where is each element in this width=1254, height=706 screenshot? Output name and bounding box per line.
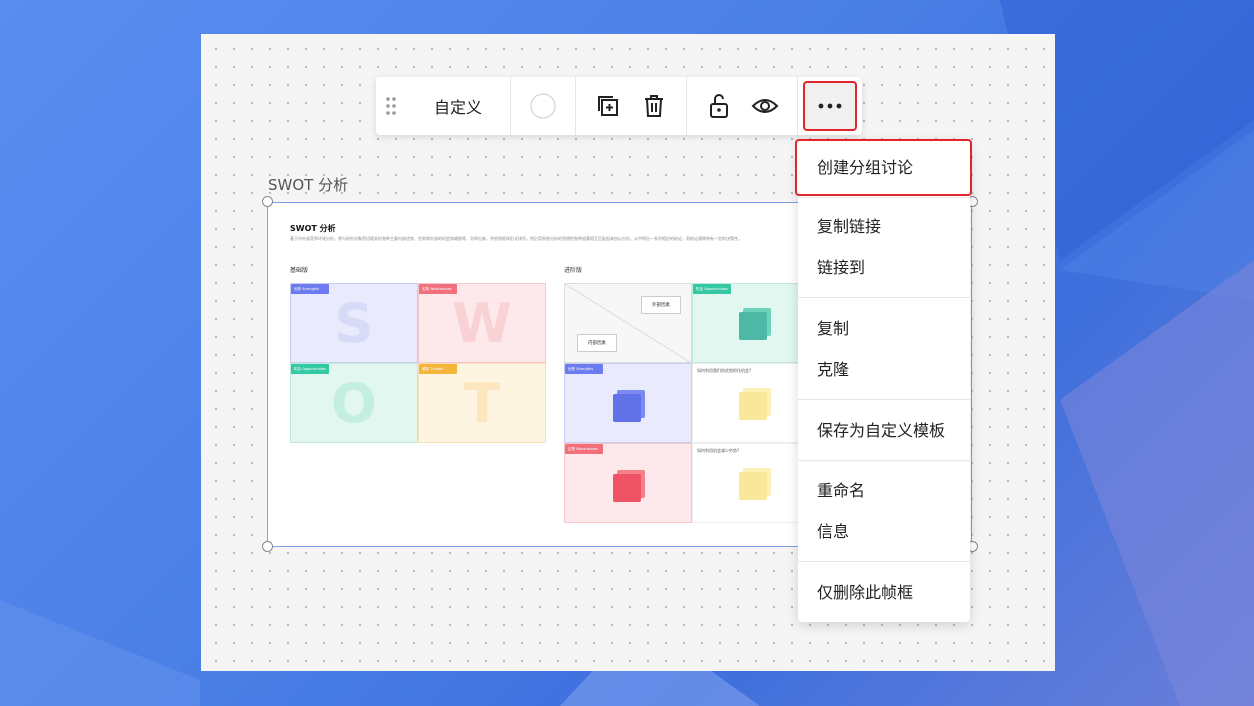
duplicate-icon [598, 96, 618, 116]
drag-handle-icon[interactable] [376, 77, 406, 135]
template-type-button[interactable]: 自定义 [406, 77, 510, 135]
sticky-note[interactable] [739, 312, 767, 340]
advanced-header-cell: 外部因素 内部因素 [564, 283, 692, 363]
trash-icon [645, 95, 663, 117]
quadrant-tag: 威胁 Threats [419, 364, 457, 374]
lock-button[interactable] [696, 77, 742, 135]
sticky-note[interactable] [739, 472, 767, 500]
frame-title[interactable]: SWOT 分析 [268, 174, 348, 195]
menu-item-delete-frame-only[interactable]: 仅删除此帧框 [798, 581, 970, 605]
resize-handle-bottom-left[interactable] [262, 541, 273, 552]
advanced-wo-cell: 如何利用机会减少劣势? [692, 443, 802, 523]
menu-item-rename[interactable]: 重命名 [798, 479, 970, 503]
strategy-question: 如何利用我们的优势抓住机会? [697, 368, 752, 373]
menu-item-info[interactable]: 信息 [798, 520, 970, 544]
menu-divider [798, 561, 970, 562]
advanced-opportunities-cell: 机会 Opportunities [692, 283, 802, 363]
advanced-weaknesses-cell: 劣势 Weaknesses [564, 443, 692, 523]
unlock-icon [710, 94, 728, 118]
strategy-question: 如何利用机会减少劣势? [697, 448, 740, 453]
menu-divider [798, 197, 970, 198]
menu-item-create-breakout[interactable]: 创建分组讨论 [795, 139, 972, 196]
quadrant-tag: 优势 Strengths [291, 284, 329, 294]
quadrant-threats: T 威胁 Threats [418, 363, 546, 443]
quadrant-letter: T [463, 371, 501, 435]
menu-divider [798, 460, 970, 461]
external-factor-label: 外部因素 [641, 296, 681, 314]
delete-button[interactable] [631, 77, 677, 135]
quadrant-opportunities: O 机会 Opportunities [290, 363, 418, 443]
sticky-note[interactable] [613, 474, 641, 502]
sticky-note[interactable] [739, 392, 767, 420]
quadrant-letter: W [452, 291, 512, 355]
quadrant-strengths: S 优势 Strengths [290, 283, 418, 363]
resize-handle-top-left[interactable] [262, 196, 273, 207]
context-menu: 创建分组讨论 复制链接 链接到 复制 克隆 保存为自定义模板 重命名 信息 仅删… [795, 139, 972, 622]
menu-item-save-template[interactable]: 保存为自定义模板 [798, 419, 970, 443]
advanced-so-cell: 如何利用我们的优势抓住机会? [692, 363, 802, 443]
doc-title: SWOT 分析 [290, 224, 336, 233]
quadrant-letter: S [334, 291, 374, 355]
color-circle-icon [530, 93, 556, 119]
more-icon [818, 103, 842, 109]
sticky-note[interactable] [613, 394, 641, 422]
menu-item-link-to[interactable]: 链接到 [798, 256, 970, 280]
color-picker-button[interactable] [510, 77, 575, 135]
quadrant-weaknesses: W 劣势 Weaknesses [418, 283, 546, 363]
more-options-button[interactable] [803, 81, 857, 131]
quadrant-tag: 机会 Opportunities [693, 284, 731, 294]
frame-toolbar: 自定义 [376, 77, 862, 135]
internal-factor-label: 内部因素 [577, 334, 617, 352]
menu-item-copy[interactable]: 复制 [798, 317, 970, 341]
menu-divider [798, 399, 970, 400]
menu-divider [798, 297, 970, 298]
quadrant-tag: 机会 Opportunities [291, 364, 329, 374]
quadrant-letter: O [331, 371, 377, 435]
advanced-section-label: 进阶版 [564, 267, 583, 274]
doc-description: 基于内外部竞争环境分析，将与研究对象密切相关的各种主要内部优势、劣势和外部的机会… [290, 236, 742, 241]
duplicate-button[interactable] [585, 77, 631, 135]
quadrant-tag: 劣势 Weaknesses [419, 284, 457, 294]
template-type-label: 自定义 [433, 98, 482, 117]
quadrant-tag: 优势 Strengths [565, 364, 603, 374]
menu-item-copy-link[interactable]: 复制链接 [798, 215, 970, 239]
advanced-strengths-cell: 优势 Strengths [564, 363, 692, 443]
visibility-button[interactable] [742, 77, 788, 135]
menu-item-clone[interactable]: 克隆 [798, 358, 970, 382]
eye-icon [751, 99, 779, 113]
quadrant-tag: 劣势 Weaknesses [565, 444, 603, 454]
basic-section-label: 基础版 [290, 267, 309, 274]
